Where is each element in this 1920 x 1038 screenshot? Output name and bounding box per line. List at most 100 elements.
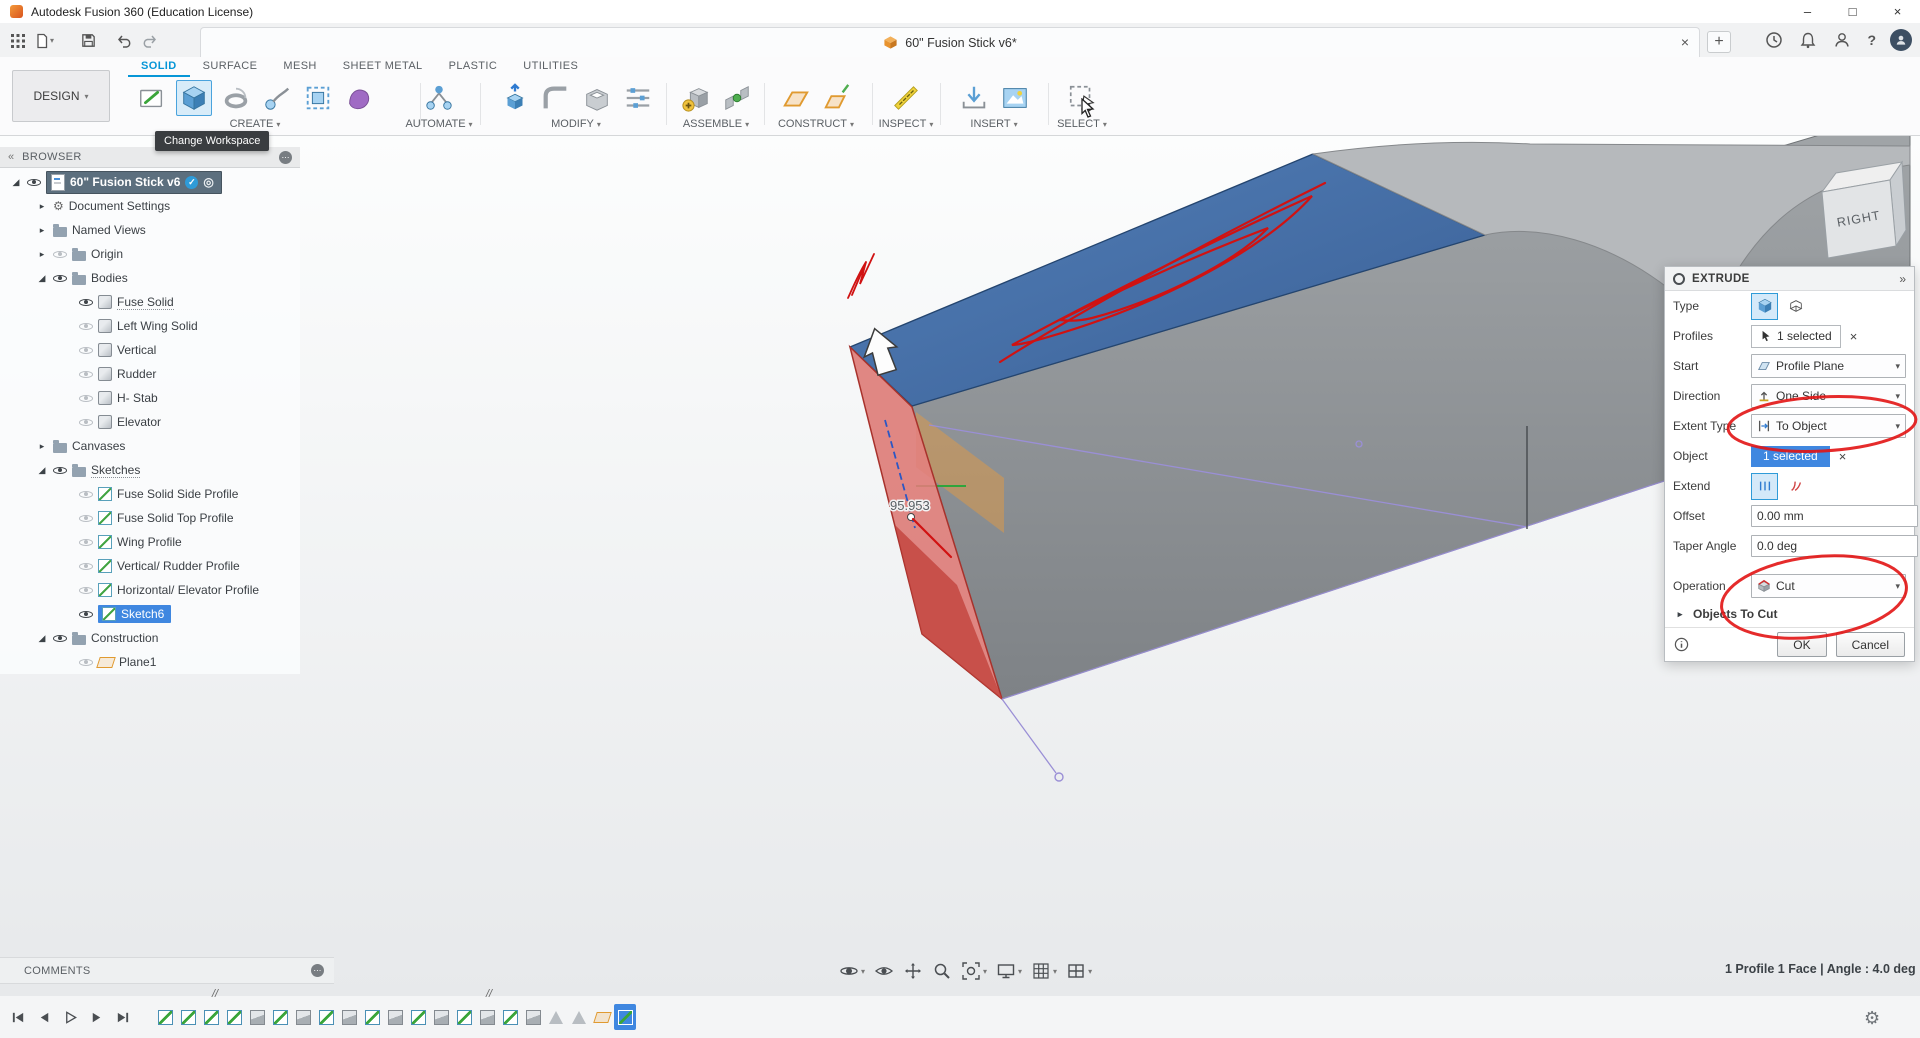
dimension-value[interactable]: 95.953 (890, 498, 930, 513)
browser-item-named-views[interactable]: ▸Named Views (0, 218, 300, 242)
start-dropdown[interactable]: Profile Plane ▾ (1751, 354, 1906, 378)
notifications-bell-icon[interactable] (1797, 29, 1819, 51)
pan-icon[interactable] (902, 960, 924, 982)
insert-derive-icon[interactable] (957, 81, 991, 115)
browser-item-sketches[interactable]: ◢Sketches (0, 458, 300, 482)
visibility-eye-icon[interactable] (79, 511, 93, 525)
ribbon-tab-solid[interactable]: SOLID (128, 57, 190, 77)
visibility-eye-icon[interactable] (79, 559, 93, 573)
extrude-icon[interactable] (176, 80, 212, 116)
visibility-eye-icon[interactable] (79, 319, 93, 333)
fit-icon[interactable]: ▾ (960, 960, 988, 982)
visibility-eye-icon[interactable] (79, 391, 93, 405)
browser-item-fuse-solid[interactable]: Fuse Solid (0, 290, 300, 314)
sweep-icon[interactable] (260, 81, 294, 115)
app-grid-icon[interactable] (8, 31, 28, 51)
close-tab-icon[interactable]: × (1681, 34, 1689, 50)
preferences-gear-icon[interactable]: ⚙ (1864, 1008, 1880, 1029)
play-icon[interactable] (60, 1007, 80, 1027)
construct-plane-icon[interactable] (779, 81, 813, 115)
browser-item-horizontal-elevator-profile[interactable]: Horizontal/ Elevator Profile (0, 578, 300, 602)
revolve-icon[interactable] (219, 81, 253, 115)
help-icon[interactable]: ? (1865, 30, 1878, 50)
group-label-inspect[interactable]: INSPECT▾ (878, 118, 934, 130)
undo-icon[interactable] (115, 31, 135, 51)
visibility-eye-icon[interactable] (53, 631, 67, 645)
collapse-browser-icon[interactable]: « (8, 151, 14, 163)
timeline-sketch-icon[interactable] (499, 1004, 521, 1030)
timeline-sketch-icon[interactable] (177, 1004, 199, 1030)
collapse-icon[interactable]: ◢ (36, 273, 48, 284)
visibility-eye-icon[interactable] (53, 271, 67, 285)
visibility-eye-icon[interactable] (53, 463, 67, 477)
view-cube[interactable]: RIGHT (1822, 162, 1906, 258)
comments-bar[interactable]: COMMENTS ⋯ (0, 957, 334, 984)
look-at-icon[interactable] (873, 960, 895, 982)
collapse-icon[interactable]: ◢ (10, 177, 22, 188)
sync-status-icon[interactable]: ✓ (185, 176, 198, 189)
fillet-icon[interactable] (539, 81, 573, 115)
browser-item-elevator[interactable]: Elevator (0, 410, 300, 434)
dialog-grip-icon[interactable] (1673, 273, 1685, 285)
browser-item-vertical[interactable]: Vertical (0, 338, 300, 362)
visibility-eye-icon[interactable] (79, 295, 93, 309)
expand-icon[interactable]: ▸ (1674, 609, 1686, 620)
timeline-extrude-icon[interactable] (292, 1004, 314, 1030)
info-icon[interactable] (1674, 637, 1689, 652)
group-label-modify[interactable]: MODIFY▾ (488, 118, 664, 130)
profile-avatar[interactable] (1890, 29, 1912, 51)
browser-item-fuse-solid-top-profile[interactable]: Fuse Solid Top Profile (0, 506, 300, 530)
visibility-eye-icon[interactable] (79, 367, 93, 381)
direction-dropdown[interactable]: One Side ▾ (1751, 384, 1906, 408)
press-pull-icon[interactable] (498, 81, 532, 115)
taper-angle-input[interactable] (1751, 535, 1918, 557)
clear-profiles-icon[interactable]: × (1850, 329, 1858, 344)
profiles-selection[interactable]: 1 selected (1751, 325, 1841, 348)
close-window-button[interactable]: × (1875, 0, 1920, 23)
browser-menu-icon[interactable]: ⋯ (279, 151, 292, 164)
job-status-clock-icon[interactable] (1763, 29, 1785, 51)
browser-item-sketch6[interactable]: Sketch6 (0, 602, 300, 626)
new-tab-button[interactable]: + (1707, 31, 1731, 53)
measure-icon[interactable] (889, 81, 923, 115)
ribbon-tab-surface[interactable]: SURFACE (190, 57, 271, 77)
browser-item-bodies[interactable]: ◢Bodies (0, 266, 300, 290)
user-icon[interactable] (1831, 29, 1853, 51)
object-selection[interactable]: 1 selected (1751, 446, 1830, 467)
group-label-insert[interactable]: INSERT▾ (944, 118, 1044, 130)
extent-type-dropdown[interactable]: To Object ▾ (1751, 414, 1906, 438)
new-component-icon[interactable] (679, 81, 713, 115)
select-icon[interactable] (1065, 81, 1099, 115)
timeline-sketch-icon[interactable] (453, 1004, 475, 1030)
browser-item-rudder[interactable]: Rudder (0, 362, 300, 386)
display-settings-icon[interactable]: ▾ (995, 960, 1023, 982)
timeline-sketch-icon[interactable] (315, 1004, 337, 1030)
expand-dialog-icon[interactable]: » (1899, 272, 1906, 286)
save-icon[interactable] (78, 30, 99, 51)
timeline-extrude-icon[interactable] (522, 1004, 544, 1030)
form-icon[interactable] (342, 81, 376, 115)
browser-item-document-settings[interactable]: ▸⚙Document Settings (0, 194, 300, 218)
ok-button[interactable]: OK (1777, 632, 1826, 657)
group-label-assemble[interactable]: ASSEMBLE▾ (670, 118, 762, 130)
construct-axis-icon[interactable] (820, 81, 854, 115)
clear-object-icon[interactable]: × (1839, 449, 1847, 464)
zoom-icon[interactable] (931, 960, 953, 982)
timeline-extrude-icon[interactable] (246, 1004, 268, 1030)
file-menu-icon[interactable]: ▾ (32, 31, 56, 51)
canvas-icon[interactable] (998, 81, 1032, 115)
browser-item-construction[interactable]: ◢Construction (0, 626, 300, 650)
comments-menu-icon[interactable]: ⋯ (311, 964, 324, 977)
visibility-eye-icon[interactable] (79, 655, 93, 669)
timeline-sketch-icon[interactable] (269, 1004, 291, 1030)
timeline-sketch-icon[interactable] (407, 1004, 429, 1030)
group-label-create[interactable]: CREATE▾ (124, 118, 386, 130)
extend-tangent-button[interactable] (1782, 473, 1809, 500)
browser-item-wing-profile[interactable]: Wing Profile (0, 530, 300, 554)
joint-icon[interactable] (720, 81, 754, 115)
minimize-button[interactable]: – (1785, 0, 1830, 23)
visibility-eye-icon[interactable] (79, 535, 93, 549)
in-context-icon[interactable]: ◎ (203, 176, 213, 188)
automate-icon[interactable] (422, 81, 456, 115)
offset-input[interactable] (1751, 505, 1918, 527)
